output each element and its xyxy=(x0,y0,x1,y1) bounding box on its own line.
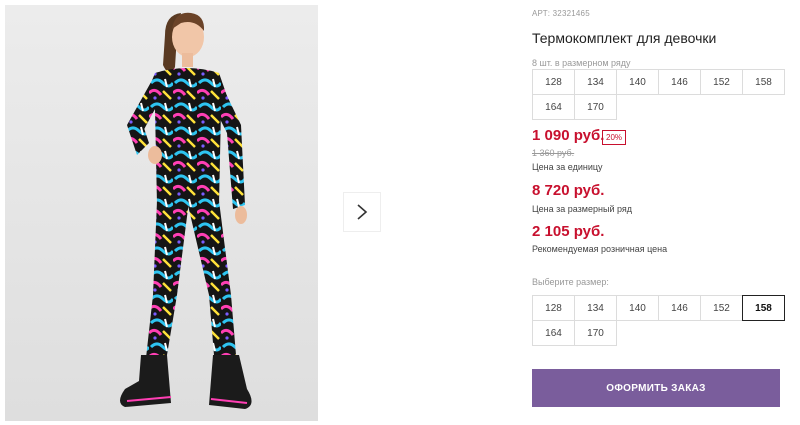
size-option[interactable]: 146 xyxy=(658,295,701,321)
pack-size-grid: 128 134 140 146 152 158 164 170 xyxy=(532,69,785,120)
product-title: Термокомплект для девочки xyxy=(532,30,717,46)
pack-size-cell: 170 xyxy=(574,94,617,120)
pack-size-cell: 158 xyxy=(742,69,785,95)
chevron-right-icon xyxy=(357,204,368,220)
retail-price-caption: Рекомендуемая розничная цена xyxy=(532,244,668,254)
size-option[interactable]: 158 xyxy=(742,295,785,321)
size-option[interactable]: 134 xyxy=(574,295,617,321)
unit-price-caption: Цена за единицу xyxy=(532,162,603,172)
size-option[interactable]: 140 xyxy=(616,295,659,321)
size-option[interactable]: 152 xyxy=(700,295,743,321)
pack-note: 8 шт. в размерном ряду xyxy=(532,58,631,68)
next-image-button[interactable] xyxy=(343,192,381,232)
unit-price: 1 090 руб. xyxy=(532,127,605,144)
size-option[interactable]: 170 xyxy=(574,320,617,346)
order-button[interactable]: ОФОРМИТЬ ЗАКАЗ xyxy=(532,369,780,407)
product-photo xyxy=(5,5,318,421)
pack-size-cell: 164 xyxy=(532,94,575,120)
retail-price: 2 105 руб. xyxy=(532,223,605,240)
size-selector: 128 134 140 146 152 158 164 170 xyxy=(532,295,785,346)
pack-size-cell: 128 xyxy=(532,69,575,95)
set-price: 8 720 руб. xyxy=(532,182,605,199)
pack-size-cell: 152 xyxy=(700,69,743,95)
article-number: АРТ: 32321465 xyxy=(532,9,590,18)
size-option[interactable]: 128 xyxy=(532,295,575,321)
pack-size-cell: 146 xyxy=(658,69,701,95)
girl-in-thermal-set-image xyxy=(5,5,318,421)
size-select-label: Выберите размер: xyxy=(532,277,609,287)
size-option[interactable]: 164 xyxy=(532,320,575,346)
old-price: 1 360 руб. xyxy=(532,148,575,158)
pack-size-cell: 140 xyxy=(616,69,659,95)
set-price-caption: Цена за размерный ряд xyxy=(532,204,633,214)
product-gallery xyxy=(0,0,400,425)
pack-size-cell: 134 xyxy=(574,69,617,95)
discount-badge: 20% xyxy=(602,130,627,145)
